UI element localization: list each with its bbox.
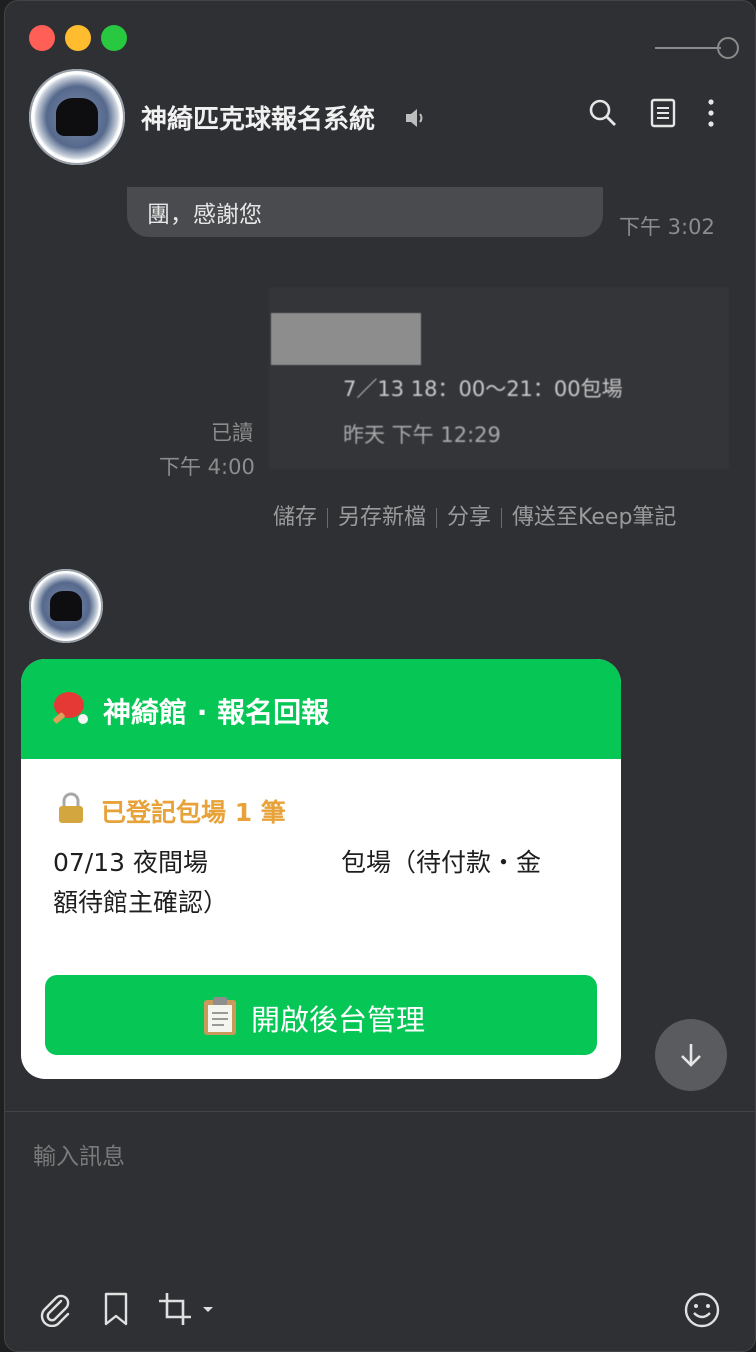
- search-icon[interactable]: [587, 97, 619, 129]
- message-timestamp: 下午 3:02: [619, 215, 715, 239]
- arrow-down-icon: [681, 1044, 701, 1067]
- composer-divider: [5, 1111, 755, 1112]
- opacity-slider[interactable]: [655, 37, 739, 61]
- read-receipt: 已讀: [211, 421, 253, 445]
- chat-header: 神綺匹克球報名系統: [5, 67, 755, 167]
- crop-icon[interactable]: [157, 1291, 217, 1327]
- speaker-icon: [406, 109, 423, 127]
- clipboard-icon: [204, 997, 236, 1035]
- image-text-line: 7／13 18：00〜21：00包場: [343, 377, 623, 401]
- scroll-to-bottom-button[interactable]: [655, 1019, 727, 1091]
- message-timestamp: 下午 4:00: [159, 455, 255, 479]
- card-header-title: 神綺館 · 報名回報: [103, 696, 330, 729]
- entry-status: 包場（待付款・金: [341, 848, 542, 877]
- close-window-button[interactable]: [29, 25, 55, 51]
- minimize-window-button[interactable]: [65, 25, 91, 51]
- notes-icon[interactable]: [649, 97, 677, 129]
- save-link[interactable]: 儲存: [273, 505, 317, 530]
- bookmark-icon[interactable]: [101, 1291, 131, 1327]
- chat-window: 神綺匹克球報名系統 團，感謝您 下午 3:02 7／13 18：00〜21：00…: [4, 0, 756, 1352]
- card-header: 神綺館 · 報名回報: [21, 659, 621, 759]
- message-input[interactable]: 輸入訊息: [33, 1137, 125, 1171]
- share-link[interactable]: 分享: [447, 505, 491, 530]
- window-controls: [29, 25, 127, 51]
- entry-status-continued: 額待館主確認）: [53, 888, 229, 917]
- sender-avatar[interactable]: [29, 569, 103, 643]
- image-actions: 儲存 另存新檔 分享 傳送至Keep筆記: [273, 499, 676, 531]
- image-message[interactable]: 7／13 18：00〜21：00包場 昨天 下午 12:29: [269, 287, 729, 469]
- save-as-link[interactable]: 另存新檔: [338, 505, 426, 530]
- registered-count: 已登記包場 1 筆: [101, 798, 286, 827]
- paperclip-icon[interactable]: [37, 1291, 73, 1327]
- message-bubble[interactable]: 團，感謝您: [127, 187, 603, 237]
- send-to-keep-link[interactable]: 傳送至Keep筆記: [512, 505, 676, 530]
- open-admin-button[interactable]: 開啟後台管理: [45, 975, 597, 1055]
- zoom-window-button[interactable]: [101, 25, 127, 51]
- entry-date: 07/13 夜間場: [53, 848, 208, 877]
- flex-message-card: 神綺館 · 報名回報 已登記包場 1 筆 07/13 夜間場 包場（待付款・金 …: [21, 659, 621, 1079]
- more-icon[interactable]: [705, 97, 717, 129]
- paddle-icon: [53, 692, 88, 724]
- chat-avatar[interactable]: [29, 69, 125, 165]
- image-text-line: 昨天 下午 12:29: [343, 423, 501, 447]
- slider-track: [655, 47, 721, 49]
- message-text: 團，感謝您: [147, 202, 262, 228]
- lock-icon: [59, 792, 83, 823]
- open-admin-label: 開啟後台管理: [251, 1003, 426, 1037]
- emoji-icon[interactable]: [683, 1291, 721, 1329]
- image-redacted-block: [271, 313, 421, 365]
- chat-title[interactable]: 神綺匹克球報名系統: [141, 99, 375, 136]
- slider-knob[interactable]: [717, 37, 739, 59]
